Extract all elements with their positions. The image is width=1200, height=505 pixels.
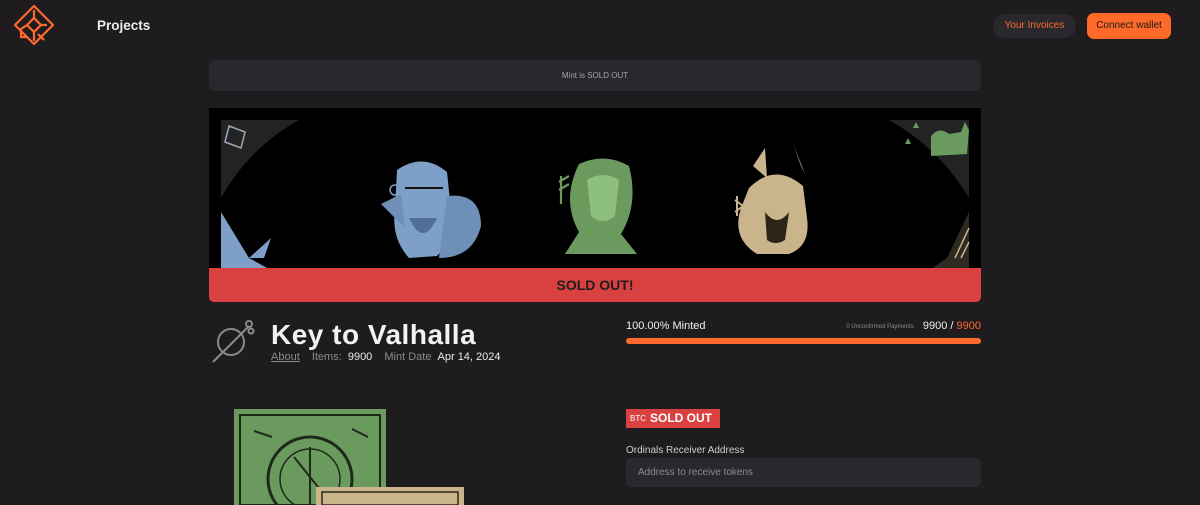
- key-icon: [209, 318, 257, 366]
- collection-title: Key to Valhalla: [271, 319, 477, 350]
- bird-icon: [249, 238, 271, 258]
- goddess-figure-icon: [558, 158, 637, 254]
- collection-artwork: [234, 407, 464, 505]
- minted-percentage: 100.00% Minted: [626, 320, 706, 332]
- banner-art: [221, 120, 970, 269]
- sold-out-label: SOLD OUT: [650, 411, 712, 425]
- mint-progress-bar: [626, 338, 981, 344]
- about-link[interactable]: About: [271, 351, 300, 363]
- total-supply: 9900: [956, 320, 981, 332]
- items-value: 9900: [347, 351, 373, 363]
- nav-projects[interactable]: Projects: [97, 18, 150, 33]
- receiver-address-input[interactable]: [626, 458, 981, 487]
- receiver-address-label: Ordinals Receiver Address: [626, 445, 745, 456]
- sold-out-badge: BTC SOLD OUT: [626, 409, 720, 428]
- btc-label: BTC: [630, 414, 646, 423]
- collection-banner: [209, 108, 981, 269]
- harp-figure-icon: [221, 212, 269, 269]
- items-label: Items:: [311, 351, 342, 363]
- logo[interactable]: [12, 4, 56, 48]
- unconfirmed-payments: 0 Unconfirmed Payments: [846, 324, 914, 330]
- mint-count: 0 Unconfirmed Payments 9900 / 9900: [846, 320, 981, 332]
- mint-date-label: Mint Date: [384, 351, 432, 363]
- banner-corner-right-top: [889, 120, 969, 198]
- viking-warrior-icon: [381, 161, 481, 258]
- tan-card-art: [316, 487, 464, 505]
- mint-status-notice: Mint is SOLD OUT: [209, 60, 981, 91]
- minted-count: 9900: [922, 320, 948, 332]
- collection-meta: About Items: 9900 Mint Date Apr 14, 2024: [271, 351, 501, 363]
- sold-out-banner: SOLD OUT!: [209, 268, 981, 302]
- connect-wallet-button[interactable]: Connect wallet: [1087, 13, 1171, 39]
- mint-progress-fill: [626, 338, 981, 344]
- horned-viking-icon: [734, 144, 808, 254]
- count-separator: /: [950, 320, 954, 332]
- your-invoices-button[interactable]: Your Invoices: [993, 14, 1076, 38]
- logo-icon: [13, 4, 55, 46]
- banner-corner-left-top: [221, 120, 299, 198]
- mint-date-value: Apr 14, 2024: [437, 351, 501, 363]
